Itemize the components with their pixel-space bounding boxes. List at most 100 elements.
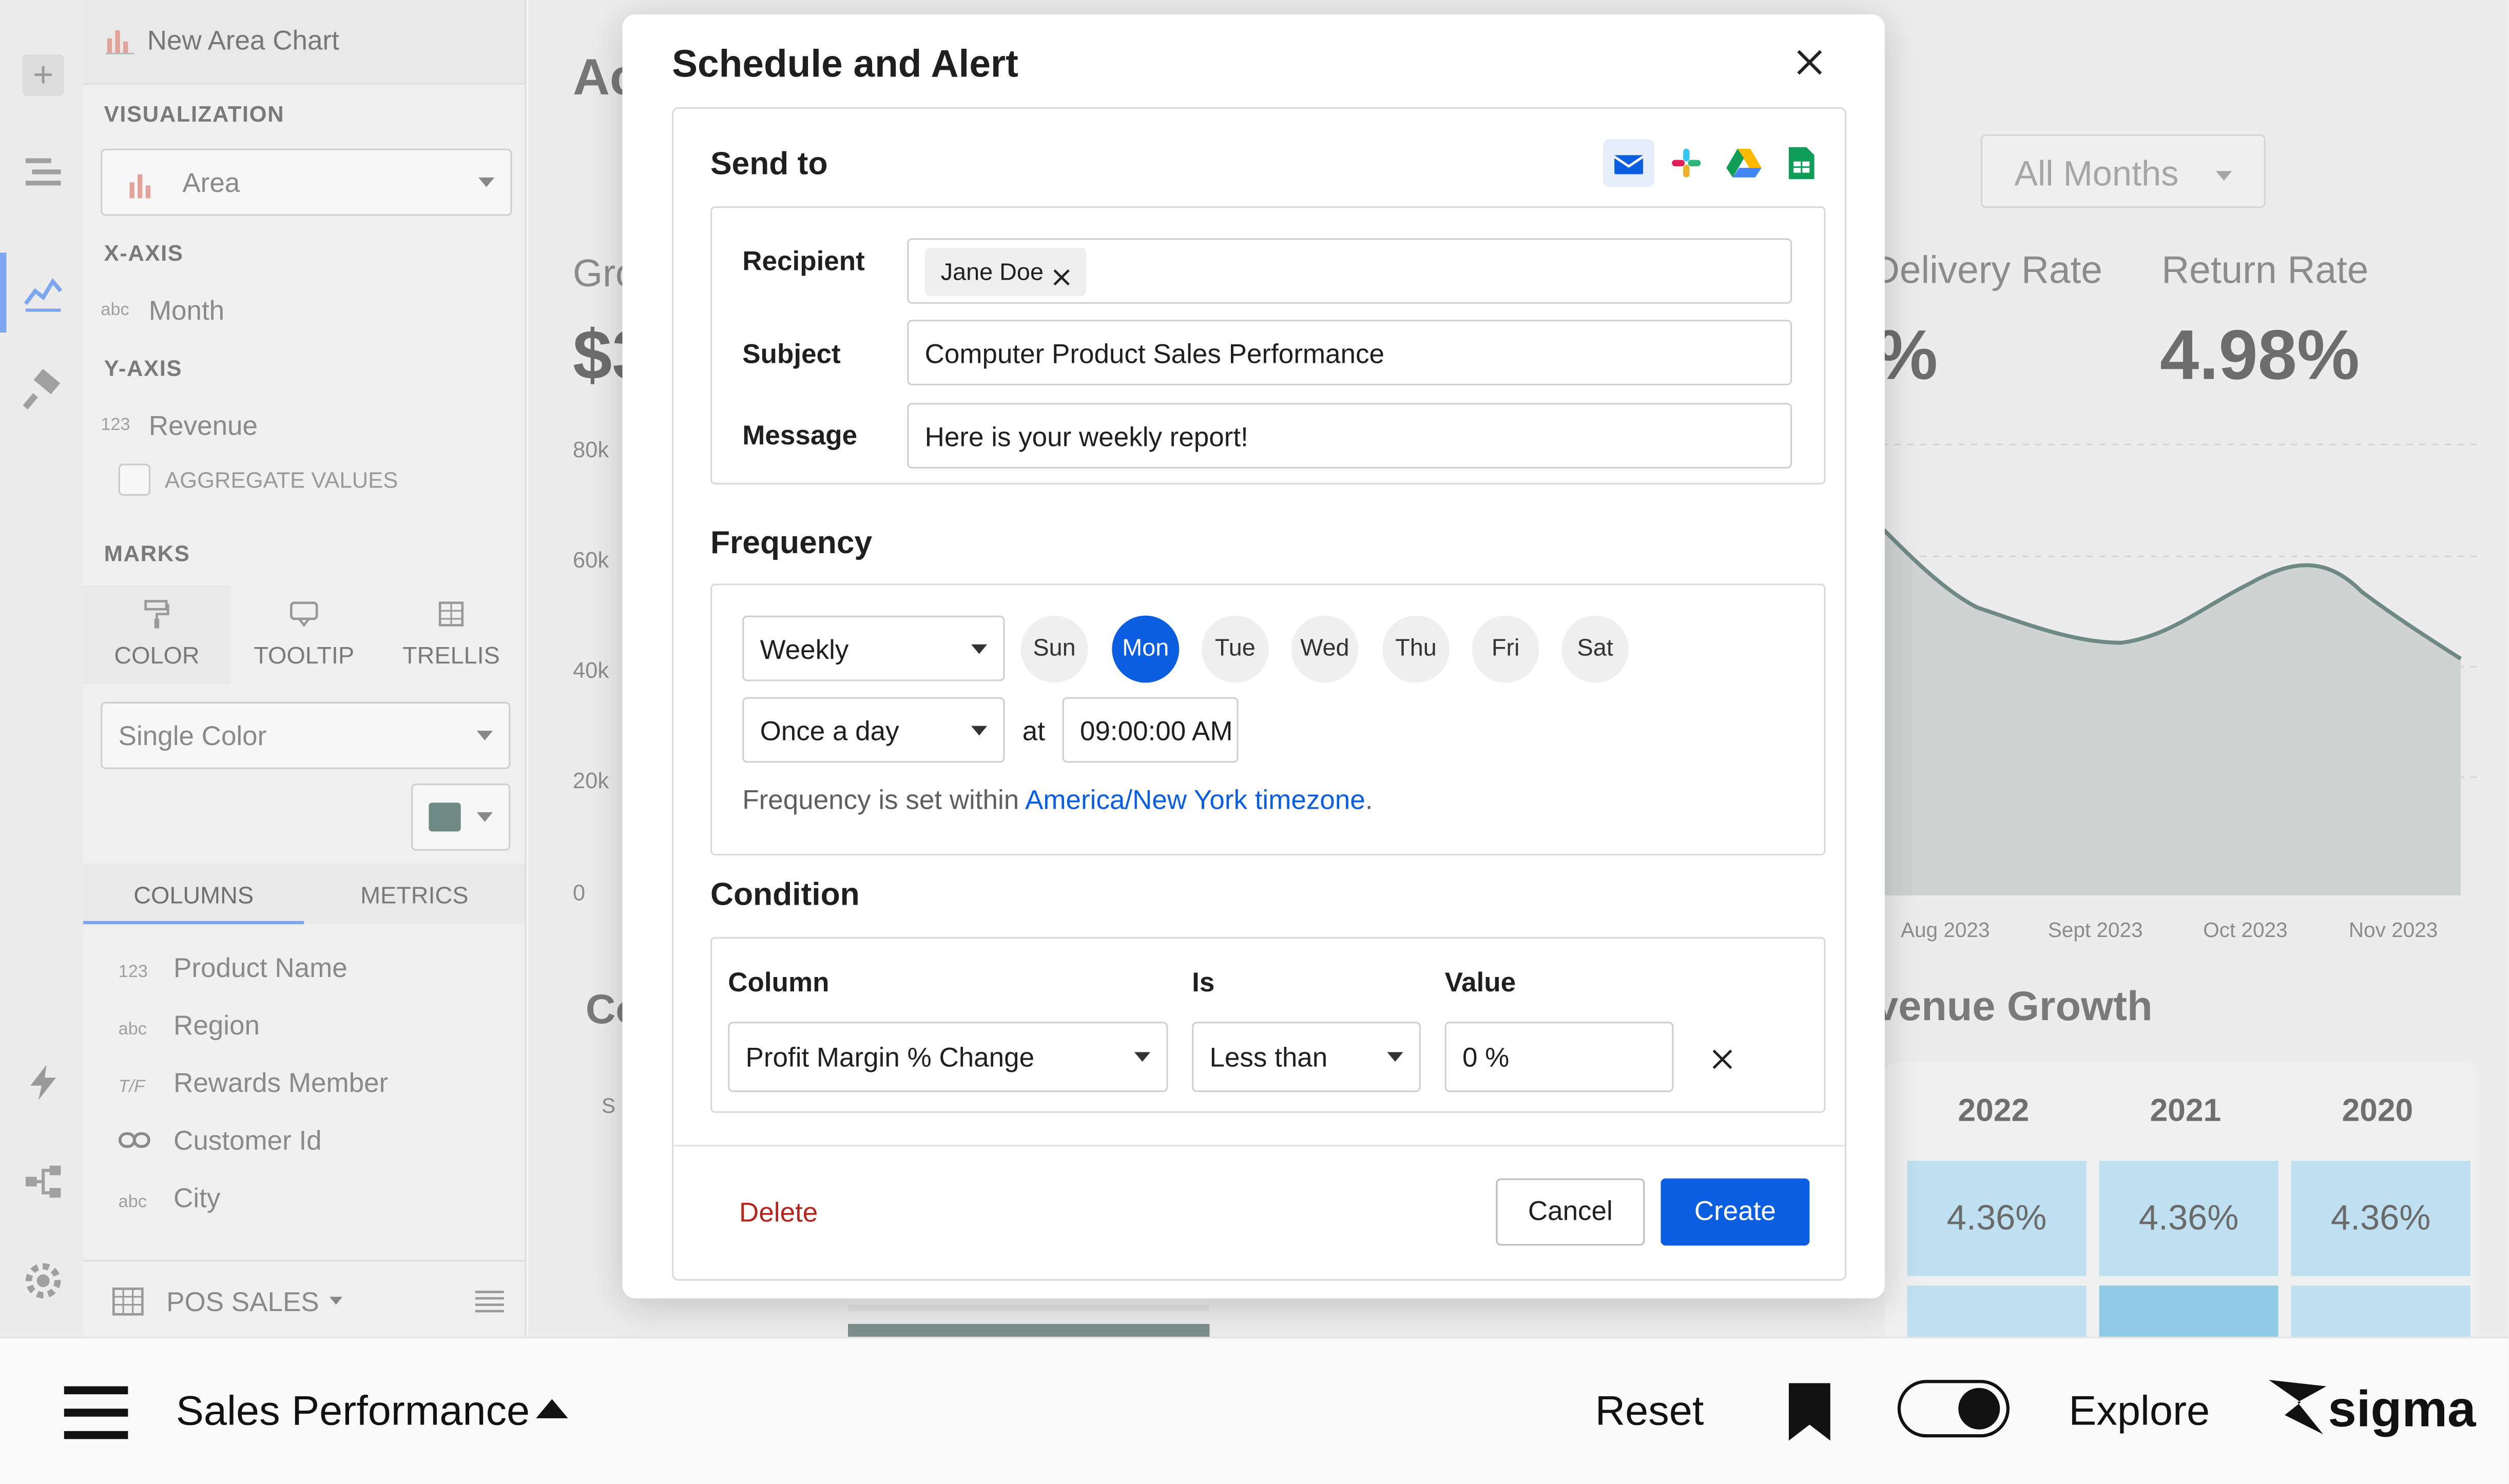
day-thu[interactable]: Thu — [1382, 615, 1450, 683]
source-bar: POS SALES — [83, 1260, 525, 1338]
condition-operator-select[interactable]: Less than — [1192, 1022, 1421, 1092]
table-icon — [112, 1287, 144, 1324]
kpi-delivery-label: Delivery Rate — [1871, 249, 2102, 293]
is-header: Is — [1192, 967, 1215, 998]
chevron-down-icon — [971, 643, 988, 653]
y-axis-label: Y-AXIS — [104, 355, 183, 381]
list-item[interactable]: abc City — [119, 1183, 518, 1222]
list-item[interactable]: Customer Id — [118, 1126, 518, 1164]
mode-toggle[interactable] — [1897, 1380, 2010, 1438]
column-name: Rewards Member — [173, 1068, 389, 1099]
column-type: abc — [118, 1193, 147, 1212]
month-filter[interactable]: All Months — [1980, 134, 2266, 208]
table-header: 2021 — [2150, 1094, 2222, 1129]
list-menu-icon[interactable] — [475, 1288, 504, 1322]
chevron-down-icon[interactable] — [330, 1297, 343, 1305]
message-field[interactable]: Here is your weekly report! — [907, 403, 1792, 468]
frequency-select[interactable]: Weekly — [742, 615, 1005, 681]
marks-tab-color[interactable]: COLOR — [83, 585, 230, 685]
recipient-input[interactable]: Jane Doe — [907, 238, 1792, 304]
column-name: City — [173, 1183, 221, 1214]
aggregate-label: AGGREGATE VALUES — [165, 466, 398, 493]
outline-icon[interactable] — [23, 152, 64, 193]
day-fri[interactable]: Fri — [1472, 615, 1539, 683]
day-tue[interactable]: Tue — [1201, 615, 1269, 683]
marks-tab-trellis[interactable]: TRELLIS — [378, 585, 525, 684]
email-icon — [1613, 153, 1644, 182]
chart-title[interactable]: New Area Chart — [147, 26, 339, 57]
caret-up-icon[interactable] — [536, 1399, 568, 1418]
y-tick: 40k — [572, 657, 609, 683]
condition-operator-value: Less than — [1209, 1042, 1328, 1073]
kpi-return-value: 4.98% — [2159, 316, 2360, 395]
marks-tab-tooltip[interactable]: TOOLTIP — [230, 585, 378, 684]
lineage-icon[interactable] — [23, 1161, 64, 1202]
footer-bar: Sales Performance Reset Explore sigma — [0, 1336, 2509, 1484]
x-axis-field[interactable]: Month — [149, 296, 224, 327]
marks-tab-color-label: COLOR — [114, 642, 200, 670]
settings-gear-icon[interactable] — [23, 1260, 64, 1301]
color-swatch-picker[interactable] — [411, 783, 511, 851]
send-to-card: Recipient Jane Doe Subject Computer Prod… — [710, 206, 1826, 485]
column-name: Region — [173, 1010, 260, 1041]
lightning-icon[interactable] — [23, 1062, 64, 1103]
slack-icon[interactable] — [1670, 147, 1702, 187]
email-channel-button[interactable] — [1603, 139, 1654, 187]
color-mode-select[interactable]: Single Color — [101, 701, 511, 769]
time-field[interactable]: 09:00:00 AM — [1062, 697, 1239, 763]
frequency-value: Weekly — [760, 635, 849, 666]
tab-columns[interactable]: COLUMNS — [83, 883, 304, 910]
subject-value: Computer Product Sales Performance — [924, 339, 1384, 369]
chevron-down-icon — [476, 812, 493, 822]
table-cell: 4.36% — [2099, 1161, 2279, 1276]
link-icon — [118, 1130, 167, 1155]
tab-underline — [83, 921, 304, 925]
y-axis-type: 123 — [101, 416, 130, 435]
list-item[interactable]: 123 Product Name — [119, 953, 518, 991]
brand-name: sigma — [2328, 1380, 2476, 1438]
tab-metrics[interactable]: METRICS — [304, 883, 525, 910]
day-sat[interactable]: Sat — [1561, 615, 1629, 683]
cancel-button[interactable]: Cancel — [1496, 1178, 1645, 1246]
remove-condition-icon[interactable] — [1712, 1049, 1733, 1078]
delete-button[interactable]: Delete — [739, 1198, 818, 1229]
source-name[interactable]: POS SALES — [166, 1287, 319, 1319]
condition-column-select[interactable]: Profit Margin % Change — [728, 1022, 1168, 1092]
chart-icon[interactable] — [23, 272, 64, 314]
google-drive-icon[interactable] — [1726, 148, 1762, 186]
aggregate-checkbox[interactable] — [118, 463, 150, 496]
tooltip-icon — [290, 601, 318, 635]
visualization-select[interactable]: Area — [101, 148, 512, 216]
toggle-knob — [1958, 1388, 2000, 1430]
day-sun[interactable]: Sun — [1020, 615, 1088, 683]
message-value: Here is your weekly report! — [924, 422, 1248, 453]
timezone-suffix: . — [1365, 785, 1373, 816]
day-mon[interactable]: Mon — [1112, 615, 1180, 683]
repeat-select[interactable]: Once a day — [742, 697, 1005, 763]
remove-chip-icon[interactable] — [1053, 262, 1070, 294]
area-chart-plot — [1881, 443, 2483, 895]
create-button[interactable]: Create — [1661, 1178, 1810, 1246]
y-tick: 20k — [572, 767, 609, 793]
row-label: S — [601, 1094, 616, 1118]
condition-value-field[interactable]: 0 % — [1444, 1022, 1674, 1092]
workbook-title[interactable]: Sales Performance — [176, 1387, 530, 1436]
timezone-link[interactable]: America/New York timezone — [1025, 785, 1365, 815]
close-icon[interactable] — [1795, 48, 1824, 85]
y-axis-field[interactable]: Revenue — [149, 411, 258, 443]
google-sheets-icon[interactable] — [1788, 147, 1815, 187]
list-item[interactable]: T/F Rewards Member — [119, 1068, 518, 1106]
send-to-label: Send to — [710, 147, 828, 183]
reset-button[interactable]: Reset — [1595, 1387, 1704, 1436]
explore-button[interactable]: Explore — [2069, 1387, 2210, 1436]
list-item[interactable]: abc Region — [119, 1010, 518, 1049]
bookmark-icon[interactable] — [1788, 1383, 1830, 1449]
trellis-grid-icon — [438, 601, 464, 635]
add-icon[interactable]: + — [22, 54, 64, 96]
day-wed[interactable]: Wed — [1291, 615, 1359, 683]
hamburger-menu-icon[interactable] — [64, 1383, 131, 1452]
subject-field[interactable]: Computer Product Sales Performance — [907, 320, 1792, 385]
marks-tab-tooltip-label: TOOLTIP — [254, 642, 355, 670]
format-brush-icon[interactable] — [23, 368, 64, 411]
subject-label: Subject — [742, 339, 841, 369]
